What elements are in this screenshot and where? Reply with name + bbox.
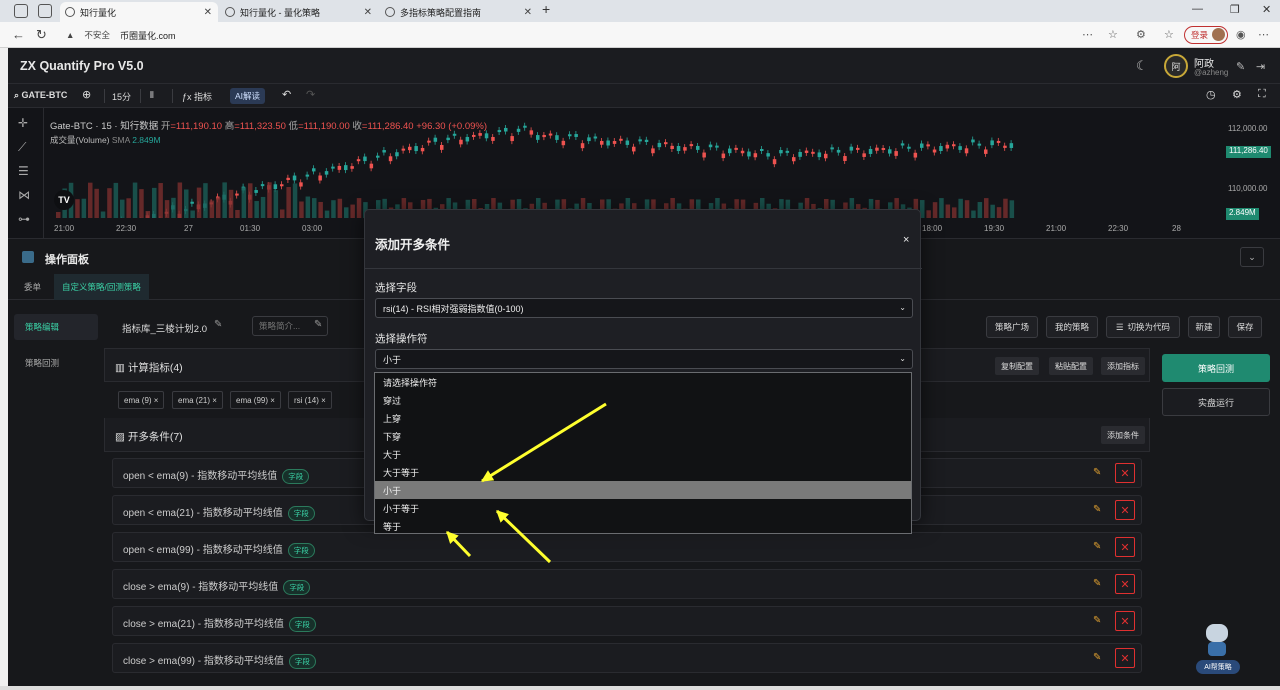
field-select[interactable]: rsi(14) - RSI相对强弱指数值(0-100) ⌄ [375, 298, 913, 318]
modal-title: 添加开多条件 [375, 238, 451, 252]
operator-option[interactable]: 下穿 [375, 427, 911, 445]
close-icon[interactable]: × [903, 234, 909, 246]
operator-option[interactable]: 小于 [375, 481, 911, 499]
chevron-down-icon: ⌄ [899, 303, 906, 312]
operator-select[interactable]: 小于 ⌄ [375, 349, 913, 369]
operator-select-value: 小于 [383, 354, 402, 365]
operator-option[interactable]: 大于 [375, 445, 911, 463]
operator-option[interactable]: 大于等于 [375, 463, 911, 481]
chevron-down-icon: ⌄ [899, 354, 906, 363]
operator-option[interactable]: 穿过 [375, 391, 911, 409]
operator-label: 选择操作符 [375, 333, 428, 345]
operator-dropdown: 请选择操作符 穿过 上穿 下穿 大于 大于等于 小于 小于等于 等于 [374, 372, 912, 534]
field-label: 选择字段 [375, 282, 417, 294]
operator-option[interactable]: 请选择操作符 [375, 373, 911, 391]
field-select-value: rsi(14) - RSI相对强弱指数值(0-100) [383, 303, 524, 314]
modal-header: 添加开多条件 × [365, 210, 922, 269]
operator-option[interactable]: 上穿 [375, 409, 911, 427]
modal-overlay: 添加开多条件 × 选择字段 rsi(14) - RSI相对强弱指数值(0-100… [0, 0, 1280, 690]
operator-option[interactable]: 等于 [375, 517, 911, 535]
operator-option[interactable]: 小于等于 [375, 499, 911, 517]
